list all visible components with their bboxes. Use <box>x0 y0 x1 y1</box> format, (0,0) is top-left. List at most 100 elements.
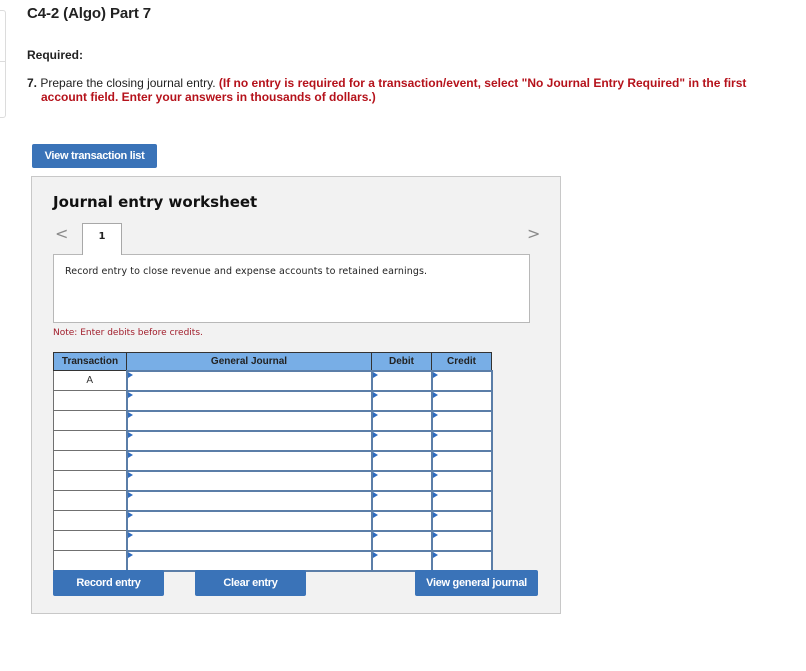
debit-input-cell <box>370 509 433 532</box>
account-input-cell <box>125 529 373 552</box>
dropdown-flag-icon <box>372 431 378 438</box>
account-input[interactable] <box>127 412 371 431</box>
transaction-cell: A <box>53 370 127 391</box>
account-input[interactable] <box>127 492 371 511</box>
credit-input[interactable] <box>432 452 491 471</box>
credit-input[interactable] <box>432 552 491 571</box>
debit-input-cell <box>370 469 433 492</box>
view-general-journal-button[interactable]: View general journal <box>415 570 538 596</box>
dropdown-flag-icon <box>127 531 133 538</box>
dropdown-flag-icon <box>372 551 378 558</box>
table-row <box>53 429 493 452</box>
dropdown-flag-icon <box>372 531 378 538</box>
debit-input[interactable] <box>372 472 431 491</box>
dropdown-flag-icon <box>127 451 133 458</box>
dropdown-flag-icon <box>127 431 133 438</box>
credit-input[interactable] <box>432 532 491 551</box>
entry-description: Record entry to close revenue and expens… <box>65 266 428 277</box>
credit-input[interactable] <box>432 372 491 391</box>
table-row <box>53 409 493 432</box>
credit-input-cell <box>430 549 493 572</box>
record-entry-button[interactable]: Record entry <box>53 570 164 596</box>
chevron-right-icon[interactable]: > <box>527 224 540 243</box>
debit-input-cell <box>370 369 433 392</box>
page-title: C4-2 (Algo) Part 7 <box>27 5 152 22</box>
credit-input[interactable] <box>432 412 491 431</box>
dropdown-flag-icon <box>372 451 378 458</box>
account-input[interactable] <box>127 472 371 491</box>
instruction-body: Prepare the closing journal entry. <box>37 76 219 90</box>
debit-input[interactable] <box>372 412 431 431</box>
debit-input[interactable] <box>372 392 431 411</box>
credit-input[interactable] <box>432 512 491 531</box>
account-input-cell <box>125 489 373 512</box>
credit-input[interactable] <box>432 492 491 511</box>
debit-input[interactable] <box>372 432 431 451</box>
account-input-cell <box>125 469 373 492</box>
dropdown-flag-icon <box>127 471 133 478</box>
debit-input-cell <box>370 529 433 552</box>
account-input-cell <box>125 509 373 532</box>
debit-input-cell <box>370 429 433 452</box>
header-general-journal: General Journal <box>126 352 372 371</box>
dropdown-flag-icon <box>127 371 133 378</box>
credit-input-cell <box>430 469 493 492</box>
transaction-cell <box>53 490 127 511</box>
dropdown-flag-icon <box>372 511 378 518</box>
transaction-cell <box>53 450 127 471</box>
table-row: A <box>53 369 493 392</box>
journal-entry-worksheet: Journal entry worksheet < 1 > Record ent… <box>31 176 561 614</box>
account-input-cell <box>125 409 373 432</box>
debit-input-cell <box>370 549 433 572</box>
transaction-cell <box>53 530 127 551</box>
dropdown-flag-icon <box>127 511 133 518</box>
credit-input-cell <box>430 429 493 452</box>
credit-input[interactable] <box>432 472 491 491</box>
dropdown-flag-icon <box>432 391 438 398</box>
transaction-cell <box>53 510 127 531</box>
dropdown-flag-icon <box>372 371 378 378</box>
transaction-cell <box>53 550 127 571</box>
debit-input[interactable] <box>372 532 431 551</box>
account-input[interactable] <box>127 392 371 411</box>
account-input[interactable] <box>127 532 371 551</box>
account-input[interactable] <box>127 512 371 531</box>
table-row <box>53 489 493 512</box>
clear-entry-button[interactable]: Clear entry <box>195 570 306 596</box>
table-row <box>53 469 493 492</box>
credit-input-cell <box>430 409 493 432</box>
account-input[interactable] <box>127 372 371 391</box>
debit-input[interactable] <box>372 512 431 531</box>
dropdown-flag-icon <box>432 451 438 458</box>
credit-input[interactable] <box>432 392 491 411</box>
view-transaction-list-button[interactable]: View transaction list <box>32 144 157 168</box>
debit-input[interactable] <box>372 372 431 391</box>
debit-input-cell <box>370 449 433 472</box>
chevron-left-icon[interactable]: < <box>55 224 68 243</box>
credit-input-cell <box>430 449 493 472</box>
debit-input[interactable] <box>372 492 431 511</box>
dropdown-flag-icon <box>432 411 438 418</box>
dropdown-flag-icon <box>372 391 378 398</box>
account-input[interactable] <box>127 432 371 451</box>
side-panel-divider <box>0 61 5 62</box>
instruction-number: 7. <box>27 76 38 90</box>
dropdown-flag-icon <box>432 511 438 518</box>
dropdown-flag-icon <box>372 471 378 478</box>
table-row <box>53 529 493 552</box>
transaction-cell <box>53 390 127 411</box>
instruction-hint-line2: account field. Enter your answers in tho… <box>41 90 376 104</box>
credit-input-cell <box>430 369 493 392</box>
dropdown-flag-icon <box>432 531 438 538</box>
header-transaction: Transaction <box>53 352 127 371</box>
dropdown-flag-icon <box>432 471 438 478</box>
debit-input[interactable] <box>372 452 431 471</box>
account-input-cell <box>125 389 373 412</box>
account-input-cell <box>125 429 373 452</box>
account-input[interactable] <box>127 552 371 571</box>
entry-tab-1[interactable]: 1 <box>82 223 122 255</box>
credit-input[interactable] <box>432 432 491 451</box>
dropdown-flag-icon <box>372 491 378 498</box>
debit-input[interactable] <box>372 552 431 571</box>
account-input[interactable] <box>127 452 371 471</box>
